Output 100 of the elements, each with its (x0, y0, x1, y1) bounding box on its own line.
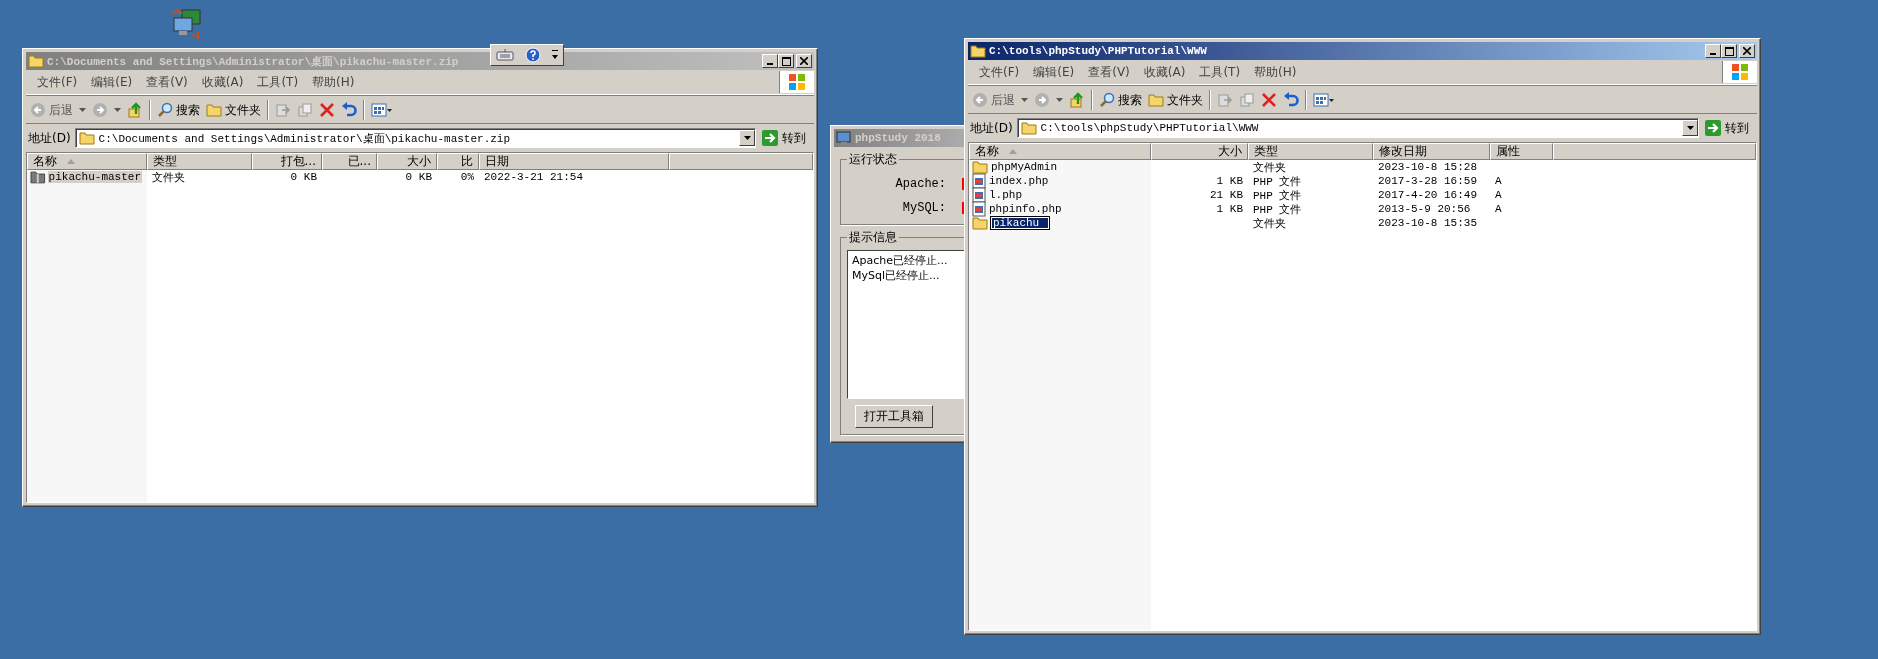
log-line: Apache已经停止... (852, 253, 949, 268)
column-header[interactable]: 类型 (1248, 143, 1373, 160)
address-field[interactable]: C:\tools\phpStudy\PHPTutorial\WWW (1016, 118, 1699, 138)
column-header[interactable]: 大小 (377, 153, 437, 170)
up-folder-icon[interactable] (1069, 92, 1085, 108)
table-cell: 21 KB (1210, 189, 1243, 201)
delete-icon[interactable] (319, 102, 335, 118)
views-icon[interactable] (371, 102, 393, 118)
file-name: phpMyAdmin (990, 161, 1058, 173)
dropdown-arrow-icon (743, 136, 751, 140)
address-field[interactable]: C:\Documents and Settings\Administrator\桌面\pikachu-master.zip (74, 128, 756, 148)
table-cell: 2017-3-28 16:59 (1378, 175, 1478, 187)
dropdown-arrow-icon (1686, 126, 1694, 130)
close-button[interactable] (1739, 44, 1755, 58)
help-icon[interactable] (525, 47, 541, 63)
rename-field[interactable]: pikachu (990, 216, 1051, 230)
php-file-icon (972, 187, 986, 203)
menu-item[interactable]: 工具(T) (250, 73, 306, 91)
php-file-icon (972, 201, 986, 217)
table-cell: 2017-4-20 16:49 (1378, 189, 1478, 201)
file-name: l.php (988, 189, 1023, 201)
close-icon (800, 57, 808, 65)
dropdown-arrow-icon[interactable] (114, 108, 121, 112)
column-header[interactable]: 日期 (479, 153, 669, 170)
menu-item[interactable]: 编辑(E) (1026, 63, 1082, 81)
search-icon (1099, 92, 1115, 108)
table-cell-text: PHP 文件 (1253, 202, 1302, 217)
go-arrow-icon (1705, 120, 1721, 136)
go-button[interactable]: 转到 (760, 129, 812, 147)
window-title: phpStudy 2018 (855, 132, 941, 144)
table-cell: 1 KB (1216, 203, 1243, 215)
menu-item[interactable]: 帮助(H) (305, 73, 362, 91)
column-header[interactable]: 比 (437, 153, 479, 170)
search-button[interactable]: 搜索 (1099, 91, 1142, 109)
menu-item[interactable]: 文件(F) (30, 73, 85, 91)
table-cell: 0% (460, 171, 474, 183)
close-icon (1743, 47, 1751, 55)
dropdown-button[interactable] (739, 130, 755, 146)
options-icon[interactable] (551, 49, 558, 61)
file-name: pikachu-master (47, 171, 142, 183)
log-line: MySql已经停止... (852, 268, 941, 283)
folder-icon (970, 44, 986, 58)
column-header[interactable]: 打包... (252, 153, 322, 170)
menu-item[interactable]: 帮助(H) (1247, 63, 1304, 81)
undo-icon[interactable] (341, 102, 357, 118)
minimize-button[interactable] (1705, 44, 1721, 58)
search-icon (157, 102, 173, 118)
dropdown-arrow-icon[interactable] (79, 108, 86, 112)
table-cell-text: 文件夹 (1253, 216, 1286, 231)
dropdown-arrow-icon[interactable] (1056, 98, 1063, 102)
back-button[interactable]: 后退 (972, 91, 1015, 109)
column-header[interactable]: 名称 (27, 153, 147, 170)
delete-icon[interactable] (1261, 92, 1277, 108)
computer-icon (836, 130, 852, 146)
file-name: phpinfo.php (988, 203, 1063, 215)
menu-item[interactable]: 文件(F) (972, 63, 1027, 81)
dropdown-arrow-icon[interactable] (1021, 98, 1028, 102)
back-button[interactable]: 后退 (30, 101, 73, 119)
address-label: 地址(D) (28, 129, 71, 147)
keyboard-icon[interactable] (496, 48, 515, 62)
undo-icon[interactable] (1283, 92, 1299, 108)
column-header[interactable]: 大小 (1151, 143, 1248, 160)
folders-button[interactable]: 文件夹 (1148, 91, 1203, 109)
folders-button[interactable]: 文件夹 (206, 101, 261, 119)
table-cell: A (1495, 203, 1502, 215)
column-header[interactable]: 类型 (147, 153, 252, 170)
up-folder-icon[interactable] (127, 102, 143, 118)
search-button[interactable]: 搜索 (157, 101, 200, 119)
table-cell: 1 KB (1216, 175, 1243, 187)
maximize-button[interactable] (1721, 44, 1737, 58)
maximize-icon (1724, 46, 1734, 56)
folder-icon (1020, 121, 1037, 135)
service-name: MySQL: (902, 201, 946, 215)
folder-icon (78, 131, 95, 145)
folder-icon (206, 103, 222, 117)
menu-item[interactable]: 编辑(E) (84, 73, 140, 91)
dropdown-button[interactable] (1682, 120, 1698, 136)
table-cell-text: PHP 文件 (1253, 188, 1302, 203)
network-computer-icon[interactable] (170, 8, 202, 40)
column-header[interactable]: 属性 (1490, 143, 1553, 160)
windows-flag-icon (1730, 63, 1750, 81)
column-header[interactable]: 名称 (969, 143, 1151, 160)
service-name: Apache: (895, 177, 946, 191)
zip-folder-icon (30, 170, 46, 184)
menu-item[interactable]: 查看(V) (1081, 63, 1137, 81)
menu-item[interactable]: 收藏(A) (194, 73, 251, 91)
go-button[interactable]: 转到 (1703, 119, 1755, 137)
views-icon[interactable] (1313, 92, 1335, 108)
toolbox-button[interactable]: 打开工具箱 (855, 405, 933, 428)
column-header[interactable]: 修改日期 (1373, 143, 1490, 160)
menu-item[interactable]: 查看(V) (139, 73, 195, 91)
menu-item[interactable]: 收藏(A) (1136, 63, 1193, 81)
file-name: index.php (988, 175, 1050, 187)
table-cell-text: PHP 文件 (1253, 174, 1302, 189)
folder-icon (972, 216, 988, 230)
column-header[interactable]: 已... (322, 153, 377, 170)
table-cell: 2023-10-8 15:35 (1378, 217, 1478, 229)
table-cell: 0 KB (405, 171, 432, 183)
group-label: 提示信息 (848, 229, 898, 246)
menu-item[interactable]: 工具(T) (1192, 63, 1248, 81)
